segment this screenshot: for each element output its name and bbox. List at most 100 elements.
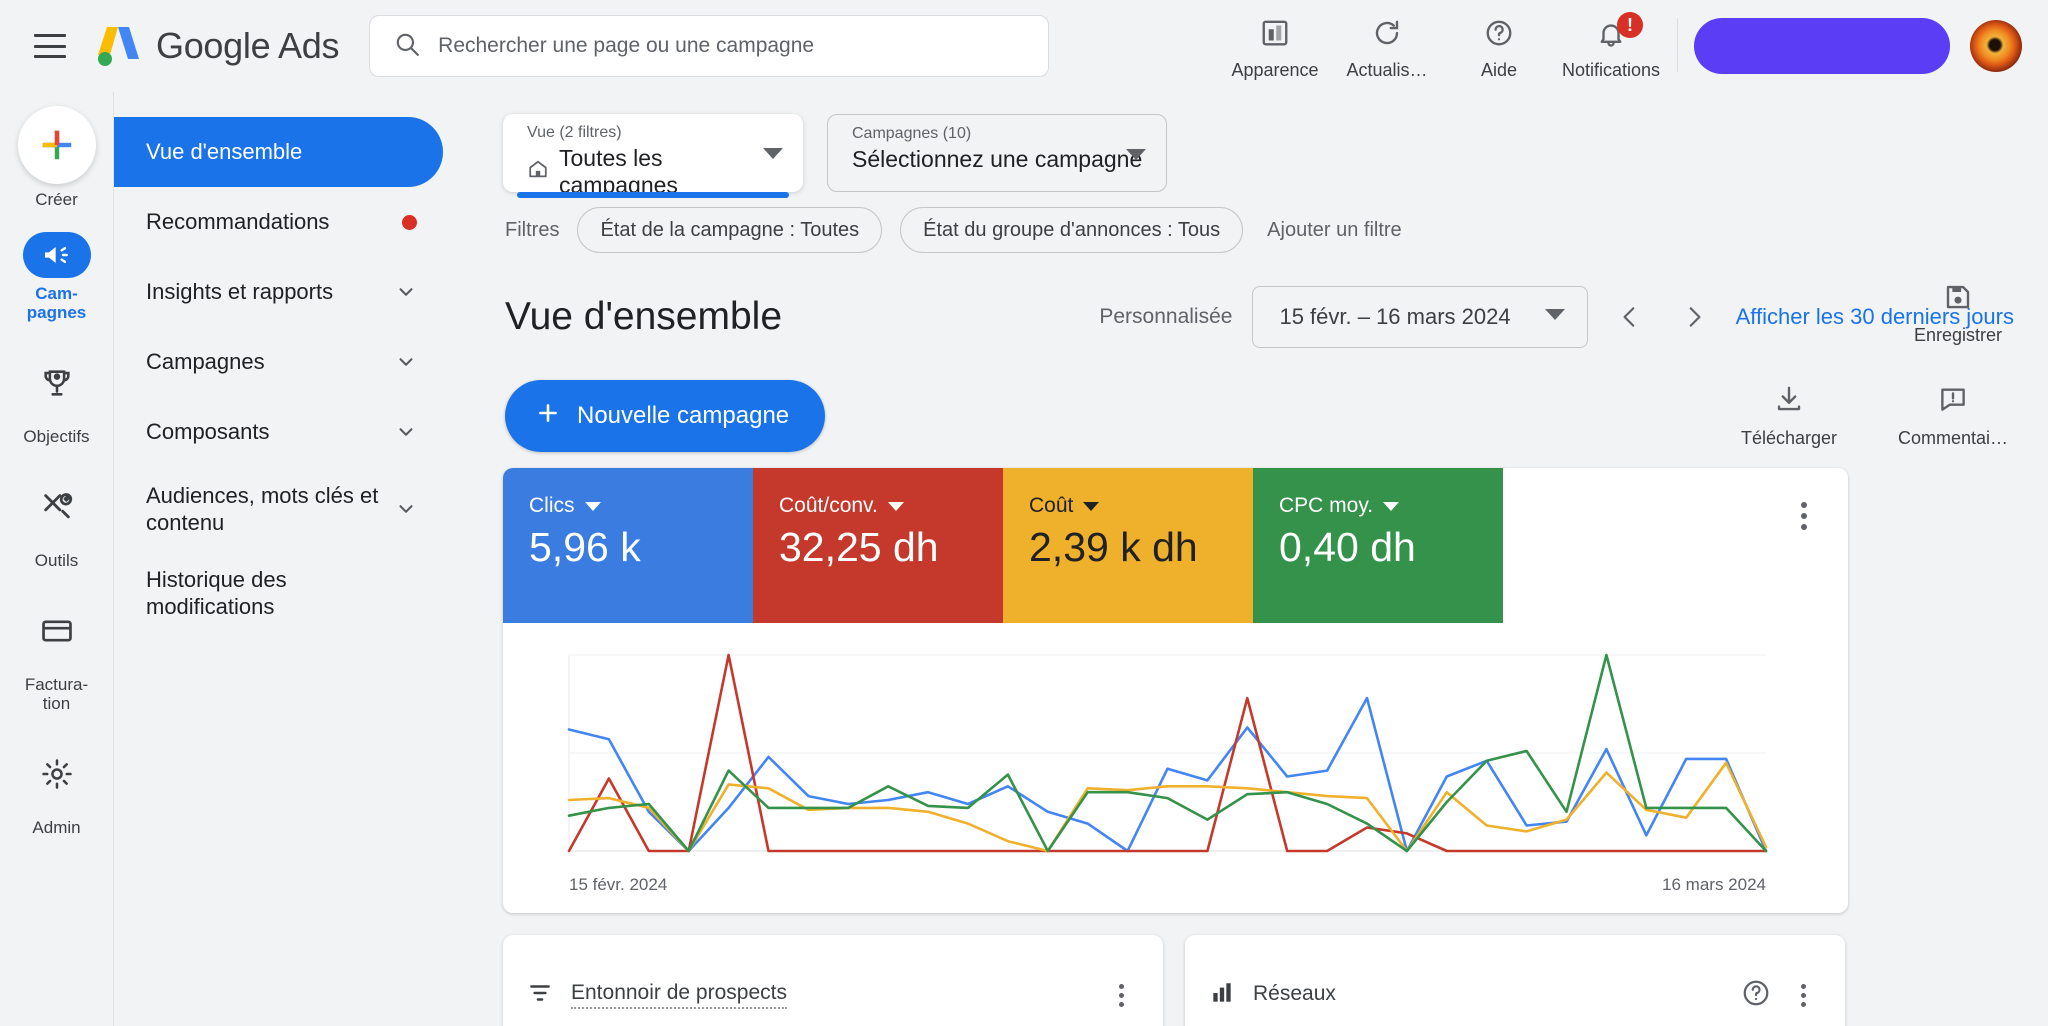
lead-funnel-title[interactable]: Entonnoir de prospects (571, 981, 787, 1009)
chip-adgroup-status[interactable]: État du groupe d'annonces : Tous (900, 207, 1244, 253)
nav-label-vue-densemble: Vue d'ensemble (146, 139, 303, 165)
campaign-selector[interactable]: Campagnes (10) Sélectionnez une campagne (827, 114, 1167, 192)
plus-icon (535, 400, 561, 433)
next-period-button[interactable] (1672, 295, 1716, 339)
bottom-card-row: Entonnoir de prospects Réseaux (503, 935, 2048, 1026)
networks-overflow-menu[interactable] (1785, 977, 1821, 1013)
scorecard-cout-label: Coût (1029, 494, 1074, 517)
brand-ads: Ads (278, 25, 340, 66)
lead-funnel-card: Entonnoir de prospects (503, 935, 1163, 1026)
chart-overflow-menu[interactable] (1784, 496, 1824, 536)
scorecard-cout-conv[interactable]: Coût/conv. 32,25 dh (753, 468, 1003, 623)
scorecard-clics[interactable]: Clics 5,96 k (503, 468, 753, 623)
chip-campaign-status[interactable]: État de la campagne : Toutes (577, 207, 883, 253)
trophy-icon (19, 345, 95, 421)
scorecard-clics-label-row: Clics (529, 494, 753, 518)
scorecard-cout-conv-value: 32,25 dh (779, 524, 939, 570)
top-bar: Google Ads Apparence (0, 0, 2048, 92)
header-divider (1677, 17, 1678, 72)
notifications-button[interactable]: ! Notifications (1555, 11, 1667, 81)
top-actions: Apparence Actualis… Aide ! Notifications (1219, 11, 2048, 81)
rail-label-facturation-l2: tion (42, 694, 71, 714)
nav-item-historique-des-modifications[interactable]: Historique des modifications (114, 551, 443, 635)
appearance-icon (1260, 18, 1290, 53)
nav-item-recommandations[interactable]: Recommandations (114, 187, 443, 257)
chart-x-start-label: 15 févr. 2024 (569, 875, 668, 894)
scorecard-cpc-moy[interactable]: CPC moy. 0,40 dh (1253, 468, 1503, 623)
nav-label-composants: Composants (146, 419, 270, 445)
nav-item-campagnes[interactable]: Campagnes (114, 327, 443, 397)
google-ads-logo-icon (96, 25, 142, 67)
help-button[interactable]: Aide (1443, 12, 1555, 81)
view-selector[interactable]: Vue (2 filtres) Toutes les campagnes (503, 114, 803, 198)
lead-funnel-overflow-menu[interactable] (1103, 977, 1139, 1013)
networks-title[interactable]: Réseaux (1253, 982, 1336, 1008)
chevron-down-icon (395, 421, 417, 443)
nav-item-audiences-mots-cles-et-contenu[interactable]: Audiences, mots clés et contenu (114, 467, 443, 551)
hamburger-icon[interactable] (34, 34, 66, 58)
previous-period-button[interactable] (1608, 295, 1652, 339)
nav-label-audiences: Audiences, mots clés et contenu (146, 482, 379, 536)
rail-label-objectifs: Objectifs (23, 427, 90, 447)
chevron-down-icon (1083, 501, 1100, 511)
brand-logo-group[interactable]: Google Ads (96, 25, 339, 67)
filter-bar: Vue (2 filtres) Toutes les campagnes Cam… (443, 92, 2048, 200)
megaphone-icon (22, 231, 91, 278)
rail-label-outils: Outils (34, 550, 79, 570)
chart-x-end-label: 16 mars 2024 (1662, 875, 1766, 894)
scorecard-cout-conv-label: Coût/conv. (779, 494, 878, 517)
metrics-line-chart: 15 févr. 2024 16 mars 2024 (503, 623, 1848, 913)
chevron-down-icon (1383, 501, 1400, 511)
scorecard-clics-value: 5,96 k (529, 524, 641, 570)
refresh-button[interactable]: Actualis… (1331, 12, 1443, 81)
campaign-selector-caption: Campagnes (10) (852, 125, 972, 142)
search-input[interactable] (438, 34, 1025, 58)
nav-item-insights-et-rapports[interactable]: Insights et rapports (114, 257, 443, 327)
add-filter-button[interactable]: Ajouter un filtre (1261, 219, 1402, 242)
rail-item-outils[interactable]: Outils (0, 469, 113, 571)
brand-title: Google Ads (156, 25, 339, 67)
avatar[interactable] (1970, 19, 2022, 72)
rail-item-creer[interactable]: Créer (0, 106, 113, 210)
rail-item-admin[interactable]: Admin (0, 736, 113, 838)
scorecard-cpc-moy-label: CPC moy. (1279, 494, 1374, 517)
rail-label-campagnes-l1: Cam- (35, 283, 78, 303)
overview-chart-card: Clics 5,96 k Coût/conv. 32,25 dh Coût 2,… (503, 468, 1848, 913)
rail-item-objectifs[interactable]: Objectifs (0, 345, 113, 447)
feedback-button[interactable]: Commentai… (1888, 384, 2018, 449)
nav-item-composants[interactable]: Composants (114, 397, 443, 467)
plus-icon (17, 106, 96, 184)
account-cta-button[interactable] (1694, 17, 1950, 74)
scorecard-cout[interactable]: Coût 2,39 k dh (1003, 468, 1253, 623)
credit-card-icon (19, 593, 95, 669)
chevron-down-icon (395, 281, 417, 303)
feedback-icon (1938, 384, 1968, 419)
nav-label-recommandations: Recommandations (146, 209, 330, 235)
help-icon[interactable] (1741, 978, 1771, 1013)
help-icon (1484, 18, 1514, 53)
action-row: Nouvelle campagne Télécharger Commentai… (443, 352, 2048, 462)
notifications-label: Notifications (1561, 59, 1661, 80)
nav-label-historique: Historique des modifications (146, 566, 287, 620)
refresh-label: Actualis… (1346, 59, 1428, 80)
rail-item-facturation[interactable]: Factura- tion (0, 593, 113, 714)
save-label: Enregistrer (1913, 325, 2003, 345)
view-selector-underline (517, 192, 789, 198)
view-selector-value: Toutes les campagnes (559, 145, 678, 198)
rail-label-campagnes-l2: pagnes (26, 303, 87, 323)
rail-label-facturation-l1: Factura- (24, 674, 89, 694)
search-bar[interactable] (369, 15, 1050, 77)
bar-chart-icon (1209, 980, 1235, 1011)
appearance-button[interactable]: Apparence (1219, 12, 1331, 81)
date-range-selector[interactable]: 15 févr. – 16 mars 2024 (1252, 286, 1588, 348)
rail-item-campagnes[interactable]: Cam- pagnes (0, 231, 113, 323)
funnel-icon (527, 980, 553, 1011)
download-button[interactable]: Télécharger (1724, 384, 1854, 449)
view-selector-caption: Vue (2 filtres) (527, 124, 622, 141)
nav-item-vue-densemble[interactable]: Vue d'ensemble (114, 117, 443, 187)
lead-funnel-tools (1103, 977, 1139, 1013)
date-range-controls: Personnalisée 15 févr. – 16 mars 2024 Af… (1099, 286, 2014, 348)
save-button[interactable]: Enregistrer (1898, 282, 2018, 346)
new-campaign-button[interactable]: Nouvelle campagne (505, 380, 826, 452)
rail-label-creer: Créer (35, 190, 78, 209)
